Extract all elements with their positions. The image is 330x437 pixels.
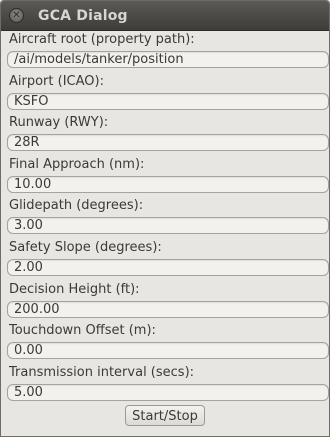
field-airport: Airport (ICAO): KSFO	[6, 73, 329, 115]
field-final-approach: Final Approach (nm): 10.00	[6, 156, 329, 198]
airport-input[interactable]: KSFO	[7, 92, 329, 110]
gca-dialog-window: ✕ GCA Dialog Aircraft root (property pat…	[0, 0, 330, 437]
window-title: GCA Dialog	[38, 7, 128, 24]
field-runway: Runway (RWY): 28R	[6, 114, 329, 156]
aircraft-root-label: Aircraft root (property path):	[9, 32, 195, 47]
field-safety-slope: Safety Slope (degrees): 2.00	[6, 239, 329, 281]
safety-slope-label: Safety Slope (degrees):	[9, 239, 162, 255]
aircraft-root-input[interactable]: /ai/models/tanker/position	[7, 51, 329, 68]
glidepath-label: Glidepath (degrees):	[9, 198, 144, 214]
final-approach-label: Final Approach (nm):	[9, 156, 145, 172]
glidepath-input[interactable]: 3.00	[7, 217, 329, 235]
transmission-interval-input[interactable]: 5.00	[7, 383, 329, 401]
form-body: Aircraft root (property path): /ai/model…	[1, 31, 329, 405]
runway-input[interactable]: 28R	[7, 134, 329, 152]
title-bar[interactable]: ✕ GCA Dialog	[1, 1, 329, 31]
transmission-interval-label: Transmission interval (secs):	[9, 364, 195, 380]
decision-height-input[interactable]: 200.00	[7, 300, 329, 318]
button-row: Start/Stop	[1, 405, 329, 426]
field-glidepath: Glidepath (degrees): 3.00	[6, 197, 329, 239]
decision-height-label: Decision Height (ft):	[9, 281, 140, 297]
field-touchdown-offset: Touchdown Offset (m): 0.00	[6, 322, 329, 364]
field-aircraft-root: Aircraft root (property path): /ai/model…	[6, 31, 329, 73]
runway-label: Runway (RWY):	[9, 115, 109, 131]
field-decision-height: Decision Height (ft): 200.00	[6, 281, 329, 323]
final-approach-input[interactable]: 10.00	[7, 175, 329, 193]
field-transmission-interval: Transmission interval (secs): 5.00	[6, 364, 329, 406]
start-stop-button[interactable]: Start/Stop	[125, 405, 205, 426]
touchdown-offset-input[interactable]: 0.00	[7, 342, 329, 360]
airport-label: Airport (ICAO):	[9, 73, 104, 89]
close-icon[interactable]: ✕	[9, 8, 24, 23]
touchdown-offset-label: Touchdown Offset (m):	[9, 323, 156, 339]
safety-slope-input[interactable]: 2.00	[7, 258, 329, 276]
